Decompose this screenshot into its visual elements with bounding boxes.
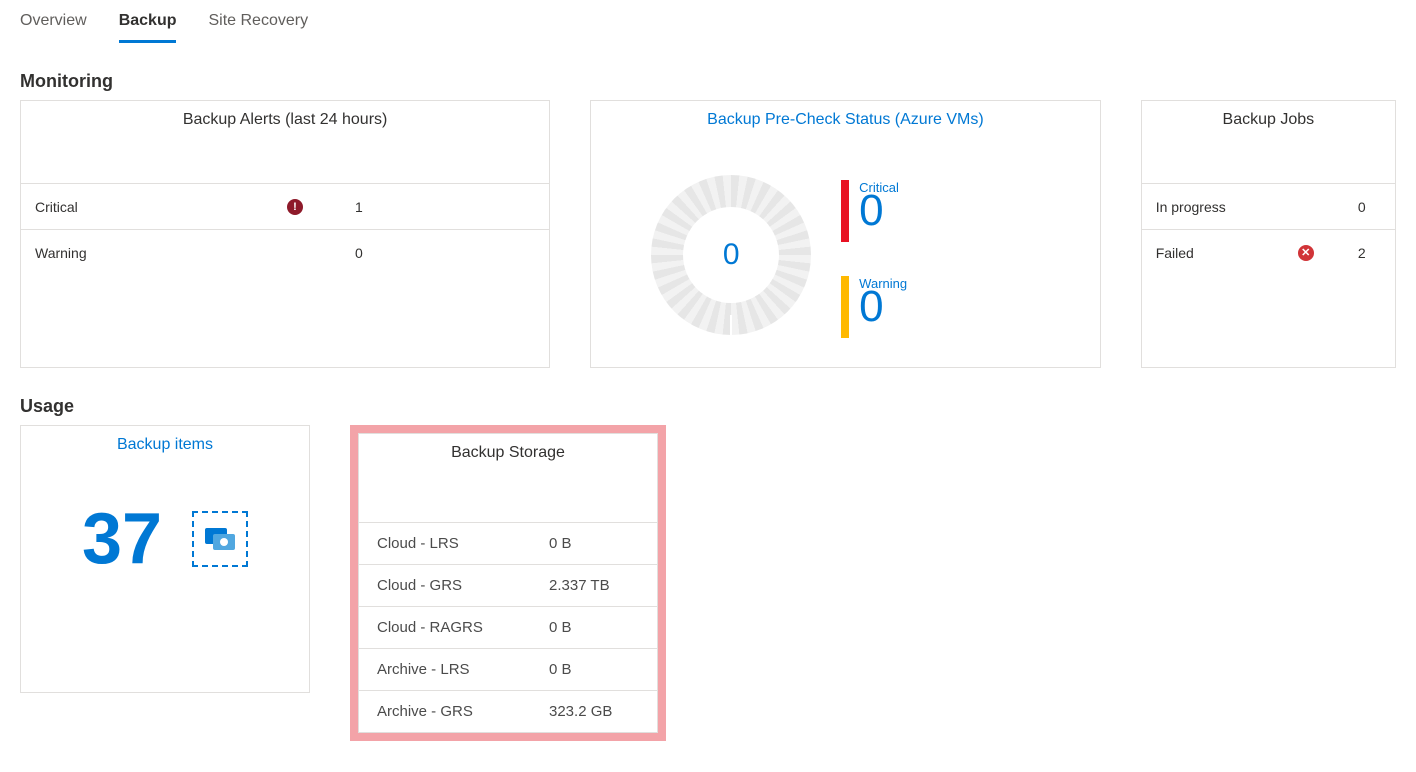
backup-jobs-card[interactable]: Backup Jobs In progress 0 Failed ✕ 2: [1141, 100, 1396, 368]
alerts-warning-label: Warning: [35, 245, 235, 261]
storage-value: 323.2 GB: [549, 703, 639, 720]
precheck-donut: 0: [651, 175, 811, 335]
tab-bar: Overview Backup Site Recovery: [20, 0, 1396, 43]
storage-value: 2.337 TB: [549, 577, 639, 594]
tab-site-recovery[interactable]: Site Recovery: [208, 4, 308, 43]
backup-items-title[interactable]: Backup items: [21, 426, 309, 458]
backup-storage-highlight: Backup Storage Cloud - LRS 0 B Cloud - G…: [350, 425, 666, 741]
failed-icon: ✕: [1298, 245, 1314, 261]
jobs-row-inprogress[interactable]: In progress 0: [1142, 183, 1395, 229]
storage-label: Archive - LRS: [377, 661, 549, 678]
storage-value: 0 B: [549, 619, 639, 636]
jobs-inprogress-label: In progress: [1156, 199, 1276, 215]
usage-row: Backup items 37 Backup Storage Cloud - L…: [20, 425, 1396, 741]
precheck-warning-value: 0: [859, 285, 907, 329]
alerts-row-warning[interactable]: Warning 0: [21, 229, 549, 275]
critical-icon: !: [287, 199, 303, 215]
jobs-row-failed[interactable]: Failed ✕ 2: [1142, 229, 1395, 275]
jobs-failed-value: 2: [1336, 245, 1366, 261]
storage-row-cloud-ragrs[interactable]: Cloud - RAGRS 0 B: [359, 606, 657, 648]
backup-storage-card[interactable]: Backup Storage Cloud - LRS 0 B Cloud - G…: [358, 433, 658, 733]
section-usage-title: Usage: [20, 396, 1396, 417]
precheck-legend-warning[interactable]: Warning 0: [841, 276, 907, 338]
backup-alerts-card[interactable]: Backup Alerts (last 24 hours) Critical !…: [20, 100, 550, 368]
precheck-title[interactable]: Backup Pre-Check Status (Azure VMs): [591, 101, 1100, 133]
storage-value: 0 B: [549, 535, 639, 552]
storage-row-archive-lrs[interactable]: Archive - LRS 0 B: [359, 648, 657, 690]
storage-row-cloud-lrs[interactable]: Cloud - LRS 0 B: [359, 522, 657, 564]
section-monitoring-title: Monitoring: [20, 71, 1396, 92]
alerts-critical-value: 1: [355, 199, 395, 215]
storage-label: Cloud - LRS: [377, 535, 549, 552]
critical-bar-icon: [841, 180, 849, 242]
precheck-legend-critical[interactable]: Critical 0: [841, 180, 907, 242]
backup-alerts-title: Backup Alerts (last 24 hours): [21, 101, 549, 133]
backup-storage-title: Backup Storage: [359, 434, 657, 466]
backup-items-value: 37: [82, 498, 162, 580]
storage-label: Cloud - RAGRS: [377, 619, 549, 636]
precheck-critical-value: 0: [859, 189, 899, 233]
storage-value: 0 B: [549, 661, 639, 678]
alerts-warning-value: 0: [355, 245, 395, 261]
warning-bar-icon: [841, 276, 849, 338]
monitoring-row: Backup Alerts (last 24 hours) Critical !…: [20, 100, 1396, 368]
alerts-critical-label: Critical: [35, 199, 235, 215]
storage-row-archive-grs[interactable]: Archive - GRS 323.2 GB: [359, 690, 657, 732]
backup-items-card[interactable]: Backup items 37: [20, 425, 310, 693]
backup-items-icon: [192, 511, 248, 567]
backup-jobs-title: Backup Jobs: [1142, 101, 1395, 133]
storage-row-cloud-grs[interactable]: Cloud - GRS 2.337 TB: [359, 564, 657, 606]
precheck-card[interactable]: Backup Pre-Check Status (Azure VMs) 0 Cr…: [590, 100, 1101, 368]
tab-overview[interactable]: Overview: [20, 4, 87, 43]
storage-label: Cloud - GRS: [377, 577, 549, 594]
storage-label: Archive - GRS: [377, 703, 549, 720]
jobs-failed-label: Failed: [1156, 245, 1276, 261]
precheck-donut-value: 0: [683, 207, 779, 303]
jobs-inprogress-value: 0: [1336, 199, 1366, 215]
alerts-row-critical[interactable]: Critical ! 1: [21, 183, 549, 229]
tab-backup[interactable]: Backup: [119, 4, 177, 43]
